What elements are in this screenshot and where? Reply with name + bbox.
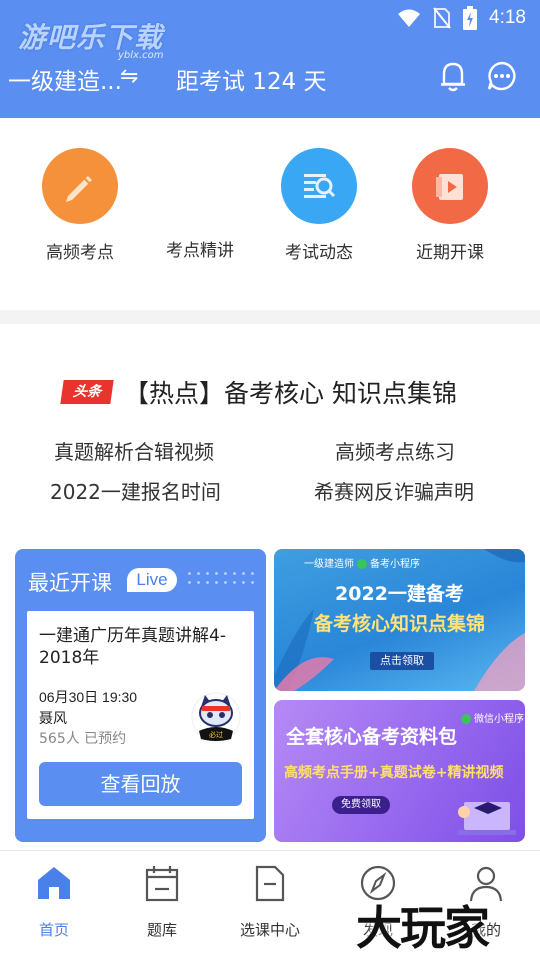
wechat-mini-icon [357, 559, 367, 569]
course-time: 06月30日 19:30 [39, 689, 138, 705]
app-header: 游吧乐下载 yblx.com 4:18 一级建造... ⇋ 距考试 124 天 [0, 0, 540, 118]
status-bar: 游吧乐下载 yblx.com 4:18 [0, 0, 540, 61]
tab-label: 选课中心 [239, 921, 300, 939]
wechat-mini-icon [461, 714, 471, 724]
quick-entry-high-frequency[interactable]: 高频考点 [20, 148, 140, 263]
chat-icon[interactable] [486, 60, 518, 92]
header-nav-row: 一级建造... ⇋ 距考试 124 天 [0, 58, 540, 98]
course-name: 一建通广历年真题讲解4-2018年 [39, 626, 226, 668]
watermark-bottom: 大玩家 [356, 901, 490, 955]
battery-icon [463, 6, 478, 30]
link-anti-fraud-statement[interactable]: 希赛网反诈骗声明 [314, 476, 474, 505]
wifi-icon [398, 9, 421, 27]
quick-entries: 高频考点 考点精讲 考试动态 近期开课 [0, 118, 540, 310]
course-teacher: 聂风 [39, 711, 67, 727]
banner2-tag: 微信小程序 [458, 710, 524, 725]
banner1-subtitle: 备考核心知识点集锦 [313, 613, 485, 635]
quick-entry-lectures[interactable]: 考点精讲 [140, 236, 260, 261]
link-registration-time[interactable]: 2022一建报名时间 [50, 476, 221, 505]
status-icons: 4:18 [397, 6, 526, 30]
replay-button[interactable]: 查看回放 [39, 762, 242, 806]
quick-entry-label: 考试动态 [285, 243, 353, 263]
video-icon [412, 148, 488, 224]
recent-course-card: 最近开课 Live 一建通广历年真题讲解4-2018年 06月30日 19:30… [15, 549, 266, 842]
swap-icon[interactable]: ⇋ [120, 64, 138, 89]
course-reservation-count: 565人 已预约 [39, 731, 127, 747]
bell-icon[interactable] [438, 60, 468, 92]
quick-entry-label: 近期开课 [416, 243, 484, 263]
exam-select[interactable]: 一级建造... [8, 62, 122, 96]
exam-countdown: 距考试 124 天 [176, 69, 327, 95]
quick-entry-label: 高频考点 [46, 243, 114, 263]
headline-badge: 头条 [60, 380, 114, 404]
avatar-tag: 必过 [209, 730, 223, 739]
quick-entry-exam-news[interactable]: 考试动态 [259, 148, 379, 263]
tab-label: 首页 [38, 921, 69, 939]
search-doc-icon [281, 148, 357, 224]
course-info[interactable]: 一建通广历年真题讲解4-2018年 06月30日 19:30 聂风 565人 已… [27, 611, 254, 819]
tab-label: 题库 [146, 921, 177, 939]
no-sim-icon [433, 7, 451, 29]
banner2-title: 全套核心备考资料包 [286, 726, 458, 748]
tab-home[interactable]: 首页 [0, 863, 108, 940]
document-icon [255, 865, 285, 902]
banner-study-materials[interactable]: 微信小程序 全套核心备考资料包 高频考点手册+真题试卷+精讲视频 免费领取 [274, 700, 525, 842]
calendar-icon [145, 866, 179, 902]
headline-row[interactable]: 头条 【热点】备考核心 知识点集锦 [0, 372, 540, 412]
tab-course-center[interactable]: 选课中心 [216, 863, 324, 940]
pencil-icon [42, 148, 118, 224]
tab-question-bank[interactable]: 题库 [108, 863, 216, 940]
teacher-avatar: 必过 [191, 692, 241, 742]
quick-entry-upcoming-courses[interactable]: 近期开课 [390, 148, 510, 263]
home-icon [38, 867, 70, 899]
banner1-claim-button[interactable]: 点击领取 [370, 652, 434, 670]
banner1-title: 2022一建备考 [335, 583, 464, 605]
graduate-laptop-illustration [458, 802, 516, 835]
banner2-claim-button[interactable]: 免费领取 [332, 796, 390, 814]
status-time: 4:18 [489, 7, 526, 28]
link-high-frequency-practice[interactable]: 高频考点练习 [335, 436, 455, 465]
link-exam-analysis[interactable]: 真题解析合辑视频 [54, 436, 214, 465]
decorative-dots [185, 569, 255, 589]
recent-course-title: 最近开课 [28, 571, 112, 595]
banner-core-knowledge[interactable]: 一级建造师 备考小程序 2022一建备考 备考核心知识点集锦 点击领取 [274, 549, 525, 691]
banner2-subtitle: 高频考点手册+真题试卷+精讲视频 [284, 765, 504, 781]
section-divider [0, 310, 540, 324]
live-badge: Live [127, 568, 177, 592]
headline-text[interactable]: 【热点】备考核心 知识点集锦 [124, 374, 457, 410]
banner1-tag: 一级建造师 备考小程序 [304, 559, 420, 570]
